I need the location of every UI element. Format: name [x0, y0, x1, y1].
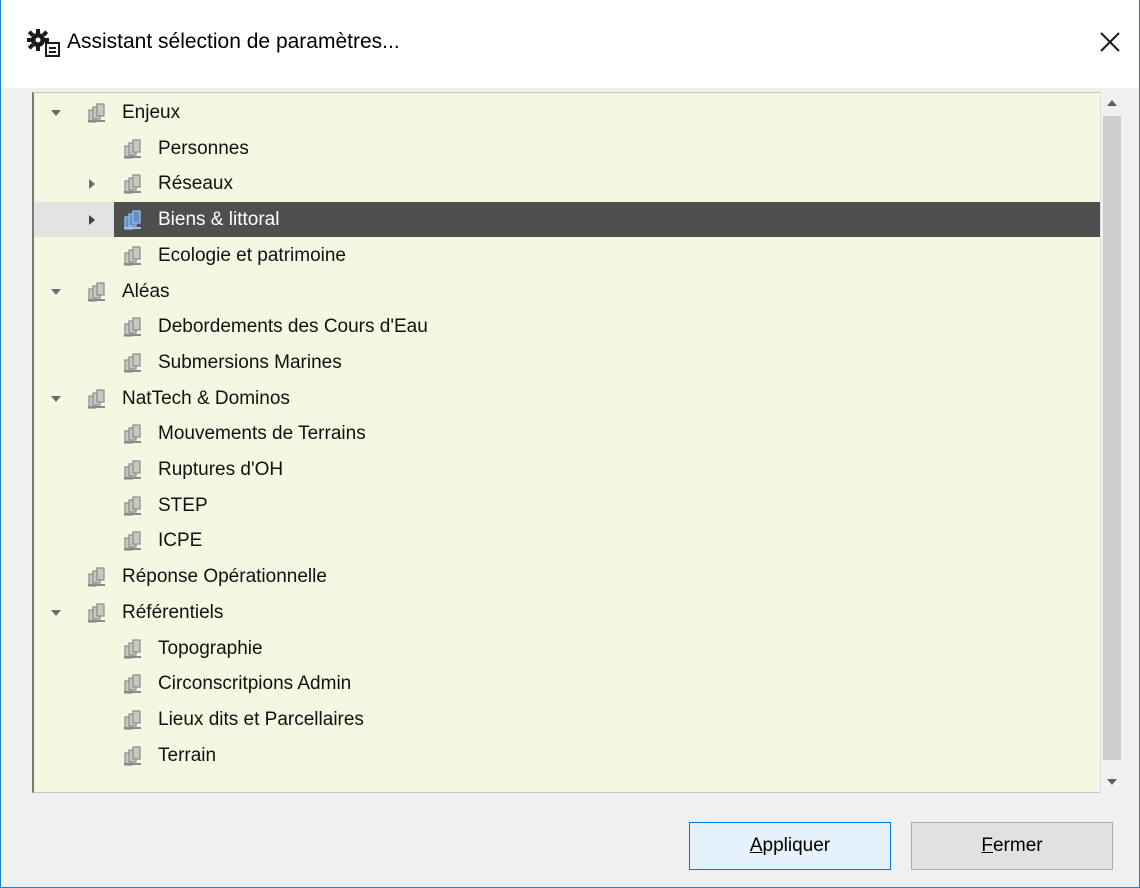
folder-layers-icon [124, 710, 141, 730]
tree-item-label: Réponse Opérationnelle [122, 566, 327, 588]
apply-label: ppliquer [762, 835, 831, 856]
folder-layers-icon [124, 674, 141, 694]
tree-item[interactable]: Aléas [34, 274, 1102, 309]
close-icon [1100, 32, 1120, 52]
tree-item-label: Ecologie et patrimoine [158, 244, 346, 266]
folder-layers-icon [124, 317, 141, 337]
folder-layers-icon [124, 353, 141, 373]
tree-item[interactable]: Réponse Opérationnelle [34, 559, 1102, 594]
folder-layers-icon [124, 210, 141, 230]
tree-item-label: Personnes [158, 137, 249, 159]
folder-layers-icon [124, 638, 141, 659]
tree-item[interactable]: Personnes [34, 131, 1102, 166]
tree-item[interactable]: Référentiels [34, 595, 1102, 630]
scrollbar-thumb[interactable] [1103, 116, 1121, 760]
tree-item-label: Enjeux [122, 102, 181, 123]
folder-layers-icon [88, 388, 105, 409]
dialog-window: Assistant sélection de paramètres... Enj… [0, 0, 1140, 888]
tree-item-label: Ruptures d'OH [158, 459, 284, 480]
selection-gutter [34, 202, 114, 238]
tree-item[interactable]: Topographie [34, 631, 1102, 666]
tree-item-label: Submersions Marines [158, 351, 342, 373]
tree-item-label: ICPE [158, 530, 203, 552]
settings-gear-icon [27, 29, 60, 57]
close-button[interactable] [1081, 14, 1139, 70]
tree-item[interactable]: Debordements des Cours d'Eau [34, 309, 1102, 344]
apply-button[interactable]: Appliquer [689, 822, 891, 870]
tree-item[interactable]: Ruptures d'OH [34, 452, 1102, 487]
close-mnemonic: F [981, 835, 993, 856]
expanded-arrow-icon[interactable] [50, 286, 62, 298]
folder-layers-icon [88, 103, 105, 123]
folder-layers-icon [124, 460, 141, 480]
tree-item-label: Topographie [158, 637, 263, 659]
folder-layers-icon [124, 496, 141, 516]
scroll-up-button[interactable] [1101, 92, 1123, 114]
tree-item-label: Mouvements de Terrains [158, 423, 366, 445]
window-title: Assistant sélection de paramètres... [67, 30, 400, 53]
tree-item-label: Réseaux [158, 173, 233, 195]
collapsed-arrow-icon[interactable] [86, 178, 98, 190]
tree-item-label: Référentiels [122, 601, 224, 623]
title-bar[interactable]: Assistant sélection de paramètres... [1, 0, 1139, 88]
folder-layers-icon [124, 424, 141, 444]
expanded-arrow-icon[interactable] [50, 107, 62, 119]
tree-item-label: NatTech & Dominos [122, 387, 290, 409]
tree-item-label: Debordements des Cours d'Eau [158, 316, 428, 338]
close-label: ermer [992, 835, 1043, 856]
tree-item[interactable]: Réseaux [34, 166, 1102, 201]
expanded-arrow-icon[interactable] [50, 393, 62, 405]
scroll-down-button[interactable] [1101, 771, 1123, 793]
folder-layers-icon [124, 174, 141, 194]
tree-item[interactable]: Mouvements de Terrains [34, 416, 1102, 451]
folder-layers-icon [88, 603, 105, 623]
tree-item[interactable]: ICPE [34, 523, 1102, 558]
tree-item[interactable]: STEP [34, 488, 1102, 523]
folder-layers-icon [124, 531, 141, 551]
tree-item-label: Aléas [122, 280, 170, 302]
scroll-up-arrow-icon [1107, 100, 1117, 106]
tree-item-label: Circonscritpions Admin [158, 673, 352, 695]
tree-item[interactable]: Biens & littoral [34, 202, 1102, 238]
folder-layers-icon [88, 567, 105, 587]
apply-mnemonic: A [749, 835, 763, 856]
tree-item[interactable]: NatTech & Dominos [34, 381, 1102, 416]
folder-layers-icon [124, 246, 141, 266]
tree-item-label: Terrain [158, 744, 217, 766]
tree-item[interactable]: Ecologie et patrimoine [34, 238, 1102, 273]
folder-layers-icon [124, 139, 141, 159]
expanded-arrow-icon[interactable] [50, 607, 62, 619]
collapsed-arrow-icon[interactable] [86, 214, 98, 226]
folder-layers-icon [88, 281, 105, 302]
folder-layers-icon [124, 745, 141, 766]
tree-item[interactable]: Terrain [34, 738, 1102, 773]
scroll-down-arrow-icon [1107, 779, 1117, 785]
close-dialog-button[interactable]: Fermer [911, 822, 1113, 870]
vertical-scrollbar[interactable] [1100, 92, 1123, 793]
tree-item[interactable]: Submersions Marines [34, 345, 1102, 380]
tree-item-label: STEP [158, 494, 208, 516]
tree-item-label: Biens & littoral [158, 209, 280, 231]
parameter-tree[interactable]: Enjeux Personnes Réseaux Biens & littoral Ec… [32, 92, 1123, 793]
tree-item[interactable]: Lieux dits et Parcellaires [34, 702, 1102, 737]
tree-item-label: Lieux dits et Parcellaires [158, 708, 364, 730]
tree-item[interactable]: Circonscritpions Admin [34, 666, 1102, 701]
tree-item[interactable]: Enjeux [34, 95, 1102, 130]
